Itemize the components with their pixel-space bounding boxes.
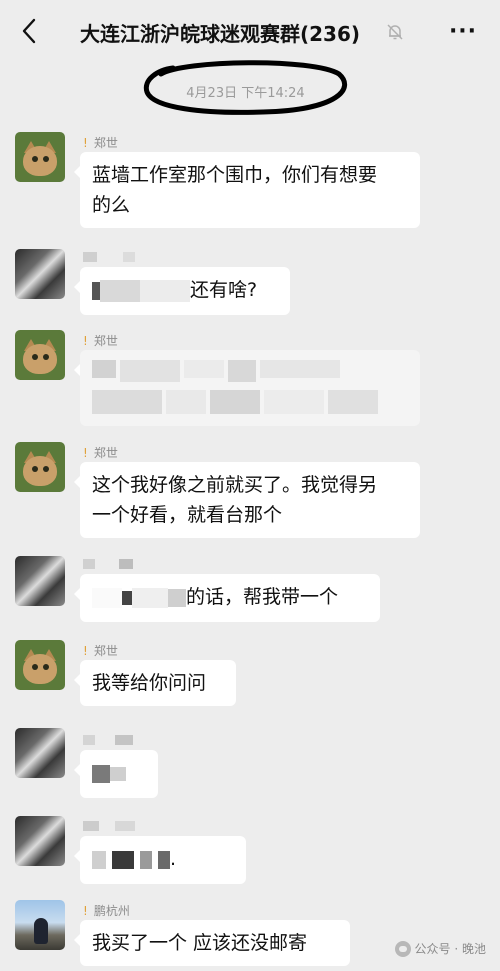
message-bubble[interactable]: 还有啥?: [74, 267, 290, 315]
watermark: 公众号 · 晚池: [394, 940, 486, 957]
blurred-avatar[interactable]: [15, 816, 65, 866]
sender-name: [83, 556, 133, 570]
chat-title[interactable]: 大连江浙沪皖球迷观赛群(236): [60, 18, 380, 46]
sender-name: [83, 249, 135, 263]
message-bubble[interactable]: .: [74, 836, 246, 884]
message-bubble-redacted[interactable]: [74, 350, 420, 426]
wechat-icon: [394, 940, 411, 957]
message-line: 的么: [92, 194, 131, 216]
bell-muted-icon: [386, 23, 404, 41]
sender-name: ! 郑世: [83, 446, 118, 460]
blurred-avatar[interactable]: [15, 556, 65, 606]
cat-icon[interactable]: [15, 132, 65, 182]
blurred-avatar[interactable]: [15, 249, 65, 299]
message-line: .: [170, 848, 177, 870]
message-line: 这个我好像之前就买了。我觉得另: [92, 474, 378, 496]
more-icon[interactable]: ···: [448, 20, 478, 44]
message-bubble[interactable]: 的话，帮我带一个: [74, 574, 380, 622]
sender-name: ! 鹏杭州: [83, 904, 130, 918]
chevron-left-icon[interactable]: [14, 16, 44, 46]
blurred-avatar[interactable]: [15, 728, 65, 778]
message-line: 一个好看，就看台那个: [92, 504, 283, 526]
watermark-text: 公众号 · 晚池: [414, 942, 486, 956]
person-photo[interactable]: [15, 900, 65, 950]
message-bubble-redacted[interactable]: [74, 750, 158, 798]
message-line: 我买了一个 应该还没邮寄: [92, 932, 308, 954]
sender-name: ! 郑世: [83, 334, 118, 348]
cat-icon[interactable]: [15, 442, 65, 492]
timestamp-area: 4月23日 下午14:24: [143, 58, 348, 116]
message-bubble[interactable]: 蓝墙工作室那个围巾，你们有想要 的么: [74, 152, 420, 228]
sender-name: ! 郑世: [83, 136, 118, 150]
message-line: 的话，帮我带一个: [186, 586, 339, 608]
sender-name: [83, 732, 133, 746]
cat-icon[interactable]: [15, 640, 65, 690]
message-line: 蓝墙工作室那个围巾，你们有想要: [92, 164, 378, 186]
message-bubble[interactable]: 我等给你问问: [74, 660, 236, 706]
message-line: 还有啥?: [190, 279, 258, 301]
message-bubble[interactable]: 这个我好像之前就买了。我觉得另 一个好看，就看台那个: [74, 462, 420, 538]
message-bubble[interactable]: 我买了一个 应该还没邮寄: [74, 920, 350, 966]
cat-icon[interactable]: [15, 330, 65, 380]
timestamp: 4月23日 下午14:24: [186, 86, 305, 101]
sender-name: [83, 818, 135, 832]
chat-header: 大连江浙沪皖球迷观赛群(236) ···: [0, 0, 500, 64]
sender-name: ! 郑世: [83, 644, 118, 658]
message-line: 我等给你问问: [92, 672, 207, 694]
